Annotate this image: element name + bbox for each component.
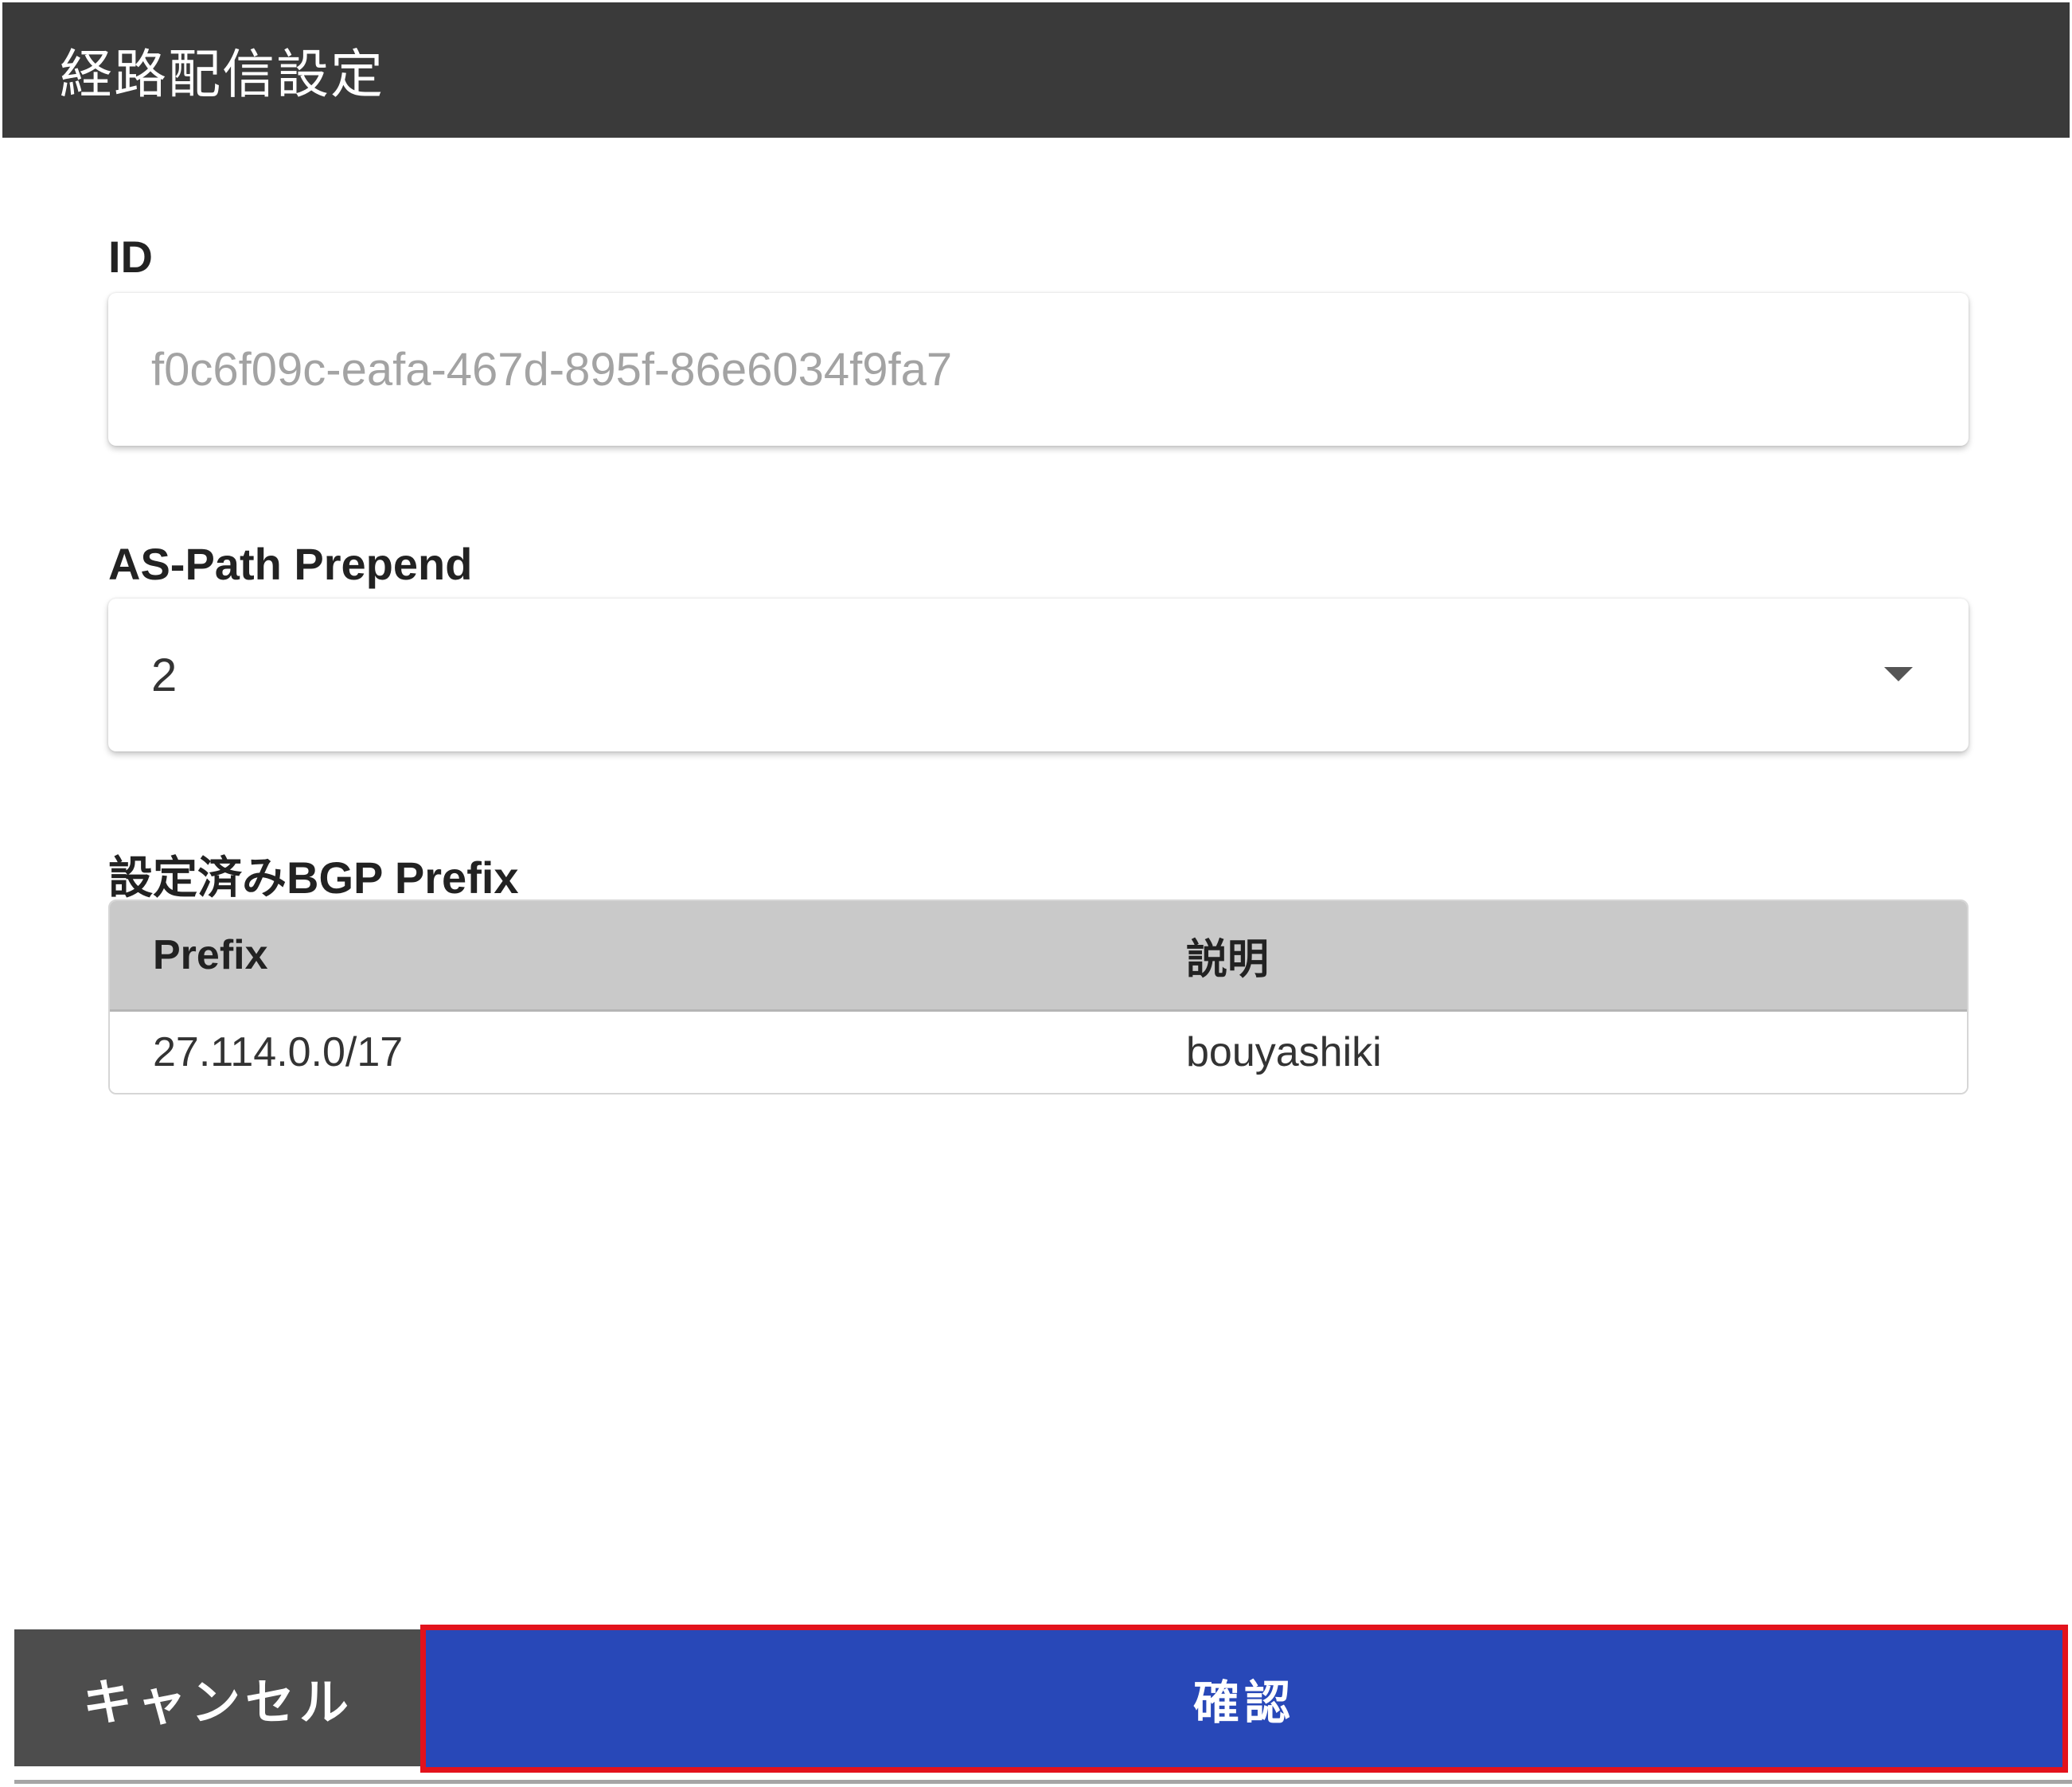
as-path-prepend-label: AS-Path Prepend (108, 539, 473, 589)
as-path-prepend-select[interactable]: 2 (108, 599, 1969, 751)
chevron-down-icon[interactable] (1884, 667, 1913, 681)
table-row: 27.114.0.0/17 bouyashiki (110, 1012, 1967, 1093)
page-title: 経路配信設定 (60, 45, 384, 103)
id-value: f0c6f09c-eafa-467d-895f-86e6034f9fa7 (151, 343, 953, 396)
dialog-header: 経路配信設定 (2, 2, 2070, 138)
confirm-button[interactable]: 確認 (426, 1630, 2062, 1767)
description-cell: bouyashiki (1186, 1029, 1382, 1075)
bgp-prefix-table: Prefix 説明 27.114.0.0/17 bouyashiki (108, 899, 1969, 1094)
table-header: Prefix 説明 (110, 901, 1967, 1012)
confirm-button-highlight: 確認 (420, 1625, 2068, 1773)
as-path-prepend-value: 2 (151, 649, 178, 701)
footer-divider (14, 1780, 2072, 1784)
id-label: ID (108, 232, 153, 282)
cancel-button[interactable]: キャンセル (14, 1629, 422, 1766)
route-distribution-settings-page: 経路配信設定 ID f0c6f09c-eafa-467d-895f-86e603… (0, 0, 2072, 1787)
column-header-description: 説明 (1186, 936, 1270, 983)
id-field: f0c6f09c-eafa-467d-895f-86e6034f9fa7 (108, 293, 1969, 446)
prefix-cell: 27.114.0.0/17 (153, 1029, 404, 1075)
bgp-prefix-label: 設定済みBGP Prefix (108, 853, 519, 903)
column-header-prefix: Prefix (153, 932, 268, 978)
